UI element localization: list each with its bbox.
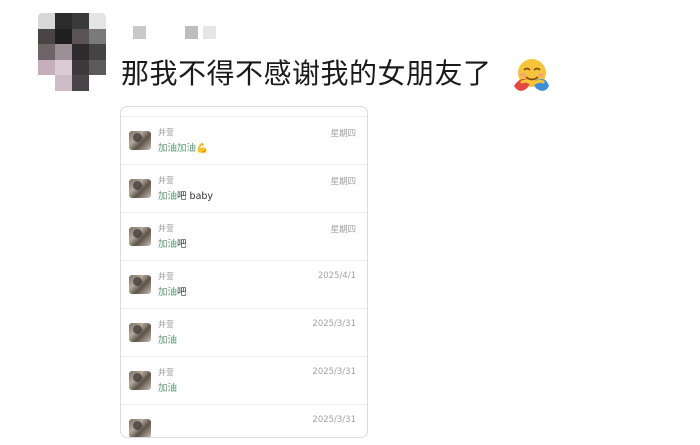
contact-name: 井萱: [158, 320, 174, 329]
list-item[interactable]: 2025/3/31: [121, 405, 367, 437]
post-text: 那我不得不感谢我的女朋友了: [121, 57, 492, 90]
social-post: 那我不得不感谢我的女朋友了 加油吧 井萱 星期四 加油加油💪: [0, 0, 700, 445]
contact-avatar: [129, 371, 151, 390]
contact-avatar: [129, 227, 151, 246]
message-date: 2025/3/31: [312, 319, 356, 329]
message-green-text: 加油: [158, 383, 178, 394]
message-green-text: 加油: [158, 239, 178, 250]
message-preview: 加油吧: [158, 236, 187, 250]
list-item[interactable]: 井萱 星期四 加油吧: [121, 213, 367, 261]
contact-name: 井萱: [158, 368, 174, 377]
contact-name: 井萱: [158, 224, 174, 233]
message-date: 2025/4/1: [317, 271, 356, 281]
message-preview: 加油加油💪: [158, 140, 208, 154]
message-dark-text: 💪: [196, 143, 208, 154]
hug-emoji: [514, 59, 549, 91]
message-green-text: 加油: [158, 287, 178, 298]
message-preview: 加油: [158, 380, 177, 394]
message-date: 星期四: [330, 129, 356, 139]
message-date: 2025/3/31: [312, 415, 356, 425]
contact-avatar: [129, 275, 151, 294]
message-green-text: 加油: [158, 191, 178, 202]
contact-name: 井萱: [158, 176, 174, 185]
message-preview: 加油: [158, 332, 177, 346]
contact-avatar: [129, 131, 151, 150]
message-dark-text: 吧 baby: [177, 191, 214, 202]
message-date: 星期四: [330, 225, 356, 235]
list-item[interactable]: 加油吧: [121, 107, 367, 117]
message-green-text: 加油加油: [158, 143, 197, 154]
avatar[interactable]: [38, 13, 106, 91]
contact-avatar: [129, 323, 151, 342]
contact-avatar: [129, 419, 151, 437]
chat-screenshot-card[interactable]: 加油吧 井萱 星期四 加油加油💪 井萱 星期四 加油吧 baby 井萱 星期四 …: [120, 106, 368, 438]
message-date: 星期四: [330, 177, 356, 187]
list-item[interactable]: 井萱 星期四 加油加油💪: [121, 117, 367, 165]
message-green-text: 加油: [158, 335, 178, 346]
list-item[interactable]: 井萱 2025/4/1 加油吧: [121, 261, 367, 309]
contact-name: 井萱: [158, 272, 174, 281]
message-list: 加油吧 井萱 星期四 加油加油💪 井萱 星期四 加油吧 baby 井萱 星期四 …: [121, 107, 367, 437]
list-item[interactable]: 井萱 2025/3/31 加油: [121, 357, 367, 405]
username[interactable]: [133, 26, 233, 41]
message-preview: 加油吧 baby: [158, 188, 213, 202]
list-item[interactable]: 井萱 2025/3/31 加油: [121, 309, 367, 357]
contact-avatar: [129, 179, 151, 198]
message-dark-text: 吧: [177, 239, 187, 250]
list-item[interactable]: 井萱 星期四 加油吧 baby: [121, 165, 367, 213]
message-dark-text: 吧: [177, 287, 187, 298]
contact-name: 井萱: [158, 128, 174, 137]
message-preview: 加油吧: [158, 284, 187, 298]
message-date: 2025/3/31: [312, 367, 356, 377]
